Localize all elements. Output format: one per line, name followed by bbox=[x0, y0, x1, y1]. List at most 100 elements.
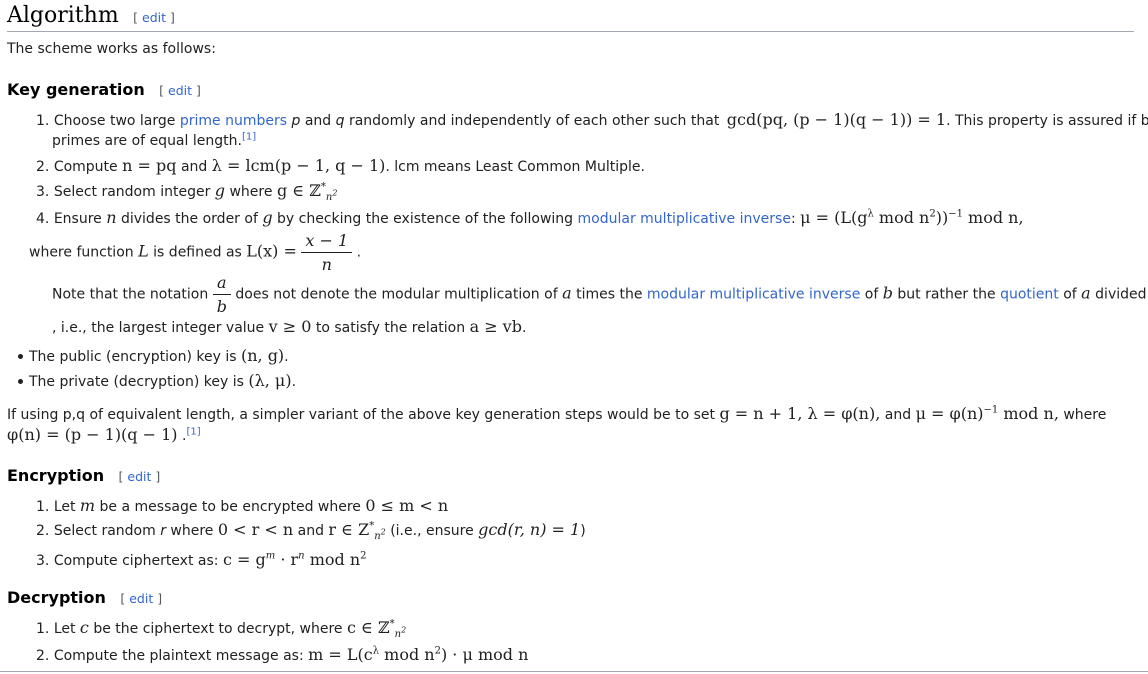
variant-formula: g = n + 1, λ = φ(n), bbox=[719, 404, 881, 423]
r-group: r ∈ Z*n2 bbox=[328, 520, 386, 542]
var-b: b bbox=[882, 283, 893, 303]
math: )) bbox=[935, 208, 949, 227]
star: * bbox=[389, 618, 395, 630]
text: The public (encryption) key is bbox=[29, 349, 237, 365]
c-group: c ∈ ℤ*n2 bbox=[347, 618, 406, 640]
keygen-title: Key generation bbox=[7, 80, 145, 99]
private-key-formula: (λ, μ) bbox=[248, 371, 292, 390]
var-L: L bbox=[138, 241, 149, 261]
text: is defined as bbox=[153, 244, 242, 261]
gcd-rn: gcd(r, n) = 1 bbox=[478, 520, 581, 539]
encryption-heading: Encryption [ edit ] bbox=[7, 466, 160, 485]
text: ) bbox=[580, 523, 586, 539]
phi-formula: φ(n) = (p − 1)(q − 1) bbox=[7, 425, 178, 444]
gcd-formula: gcd(pq, (p − 1)(q − 1)) = 1 bbox=[726, 110, 947, 129]
algorithm-heading: Algorithm [ edit ] bbox=[7, 3, 175, 28]
m-range: 0 ≤ m < n bbox=[365, 496, 449, 515]
text: randomly and independently of each other… bbox=[348, 113, 720, 129]
keygen-item-1-line2: primes are of equal length.[1] bbox=[52, 131, 256, 149]
var-q: q bbox=[335, 113, 345, 129]
var-r: r bbox=[160, 523, 166, 539]
text: times the bbox=[576, 286, 643, 303]
numerator: x − 1 bbox=[301, 231, 353, 253]
l-lhs: L(x) = bbox=[246, 241, 297, 261]
encryption-item-3: 3. Compute ciphertext as: c = gm · rn mo… bbox=[36, 550, 367, 569]
edit-link-encryption[interactable]: edit bbox=[127, 469, 151, 484]
edit-section-encryption: [ edit ] bbox=[118, 469, 161, 484]
text: and bbox=[884, 407, 912, 423]
math: g ∈ ℤ bbox=[276, 181, 321, 200]
two: 2 bbox=[380, 527, 386, 537]
text: : bbox=[790, 211, 796, 227]
text: primes are of equal length. bbox=[52, 133, 242, 149]
a-over-b: ab bbox=[212, 273, 231, 316]
public-key-item: The public (encryption) key is (n, g). bbox=[29, 346, 289, 365]
relation-formula: a ≥ vb bbox=[469, 317, 522, 336]
notation-note: Note that the notation ab does not denot… bbox=[52, 273, 1148, 316]
var-a: a bbox=[562, 283, 572, 303]
math: mod n bbox=[384, 645, 435, 664]
var-m: m bbox=[79, 496, 96, 515]
encryption-item-2: 2. Select random r where 0 < r < n and r… bbox=[36, 520, 586, 542]
math: m = L(c bbox=[308, 645, 373, 664]
prime-numbers-link[interactable]: prime numbers bbox=[180, 113, 287, 129]
text: Let bbox=[53, 621, 76, 637]
reference-1-link-2[interactable]: [1] bbox=[186, 426, 200, 437]
group-formula: g ∈ ℤ*n2 bbox=[276, 181, 337, 203]
edit-link-algorithm[interactable]: edit bbox=[142, 10, 166, 25]
modular-inverse-link-2[interactable]: modular multiplicative inverse bbox=[647, 287, 860, 303]
edit-link-keygen[interactable]: edit bbox=[168, 83, 192, 98]
two: 2 bbox=[360, 550, 367, 562]
variant-paragraph-line2: φ(n) = (p − 1)(q − 1) .[1] bbox=[7, 425, 201, 444]
list-number: 2. bbox=[36, 523, 50, 539]
text: , i.e., the largest integer value bbox=[52, 320, 265, 336]
text: . bbox=[356, 244, 362, 261]
variant-paragraph: If using p,q of equivalent length, a sim… bbox=[7, 404, 1106, 423]
text: (i.e., ensure bbox=[390, 523, 474, 539]
text: . bbox=[284, 349, 289, 365]
list-number: 2. bbox=[36, 159, 50, 175]
edit-section-decryption: [ edit ] bbox=[120, 591, 163, 606]
quotient-link[interactable]: quotient bbox=[1000, 287, 1059, 303]
decryption-heading: Decryption [ edit ] bbox=[7, 588, 162, 607]
math: μ = φ(n) bbox=[915, 404, 984, 423]
keygen-item-2: 2. Compute n = pq and λ = lcm(p − 1, q −… bbox=[36, 156, 645, 175]
edit-link-decryption[interactable]: edit bbox=[129, 591, 153, 606]
keygen-item-3: 3. Select random integer g where g ∈ ℤ*n… bbox=[36, 181, 337, 203]
lambda: λ bbox=[867, 208, 874, 220]
text: and bbox=[180, 159, 208, 175]
edit-section-keygen: [ edit ] bbox=[159, 83, 201, 98]
bottom-border bbox=[0, 671, 1148, 672]
n-formula: n = pq bbox=[122, 156, 177, 175]
list-number: 1. bbox=[36, 499, 50, 515]
lambda: λ bbox=[372, 645, 380, 657]
math: r ∈ Z bbox=[328, 520, 370, 539]
math: mod n, bbox=[968, 208, 1024, 227]
intro-text: The scheme works as follows: bbox=[7, 41, 216, 57]
list-number: 4. bbox=[36, 211, 50, 227]
text: Compute ciphertext as: bbox=[53, 553, 219, 569]
text: where bbox=[229, 184, 273, 200]
m: m bbox=[265, 550, 276, 562]
text: Let bbox=[53, 499, 76, 515]
neg1: −1 bbox=[983, 404, 999, 416]
math: μ = (L(g bbox=[800, 208, 868, 227]
decryption-title: Decryption bbox=[7, 588, 106, 607]
bullet bbox=[18, 354, 23, 359]
ciphertext-formula: c = gm · rn mod n2 bbox=[223, 550, 367, 569]
decryption-item-2: 2. Compute the plaintext message as: m =… bbox=[36, 645, 528, 664]
v-inequality: v ≥ 0 bbox=[268, 317, 312, 336]
text: of bbox=[864, 286, 879, 303]
reference-1-link[interactable]: [1] bbox=[242, 131, 256, 142]
text: divided by bbox=[1095, 286, 1148, 303]
var-p: p bbox=[291, 113, 301, 129]
math: mod n bbox=[309, 550, 361, 569]
text: and bbox=[304, 113, 332, 129]
modular-inverse-link[interactable]: modular multiplicative inverse bbox=[578, 211, 791, 227]
variant-mu-formula: μ = φ(n)−1 mod n, bbox=[916, 404, 1059, 423]
var-g: g bbox=[214, 181, 226, 200]
text: The private (decryption) key is bbox=[29, 374, 244, 390]
decryption-item-1: 1. Let c be the ciphertext to decrypt, w… bbox=[36, 618, 406, 640]
list-number: 1. bbox=[36, 621, 50, 637]
text: divides the order of bbox=[120, 211, 258, 227]
